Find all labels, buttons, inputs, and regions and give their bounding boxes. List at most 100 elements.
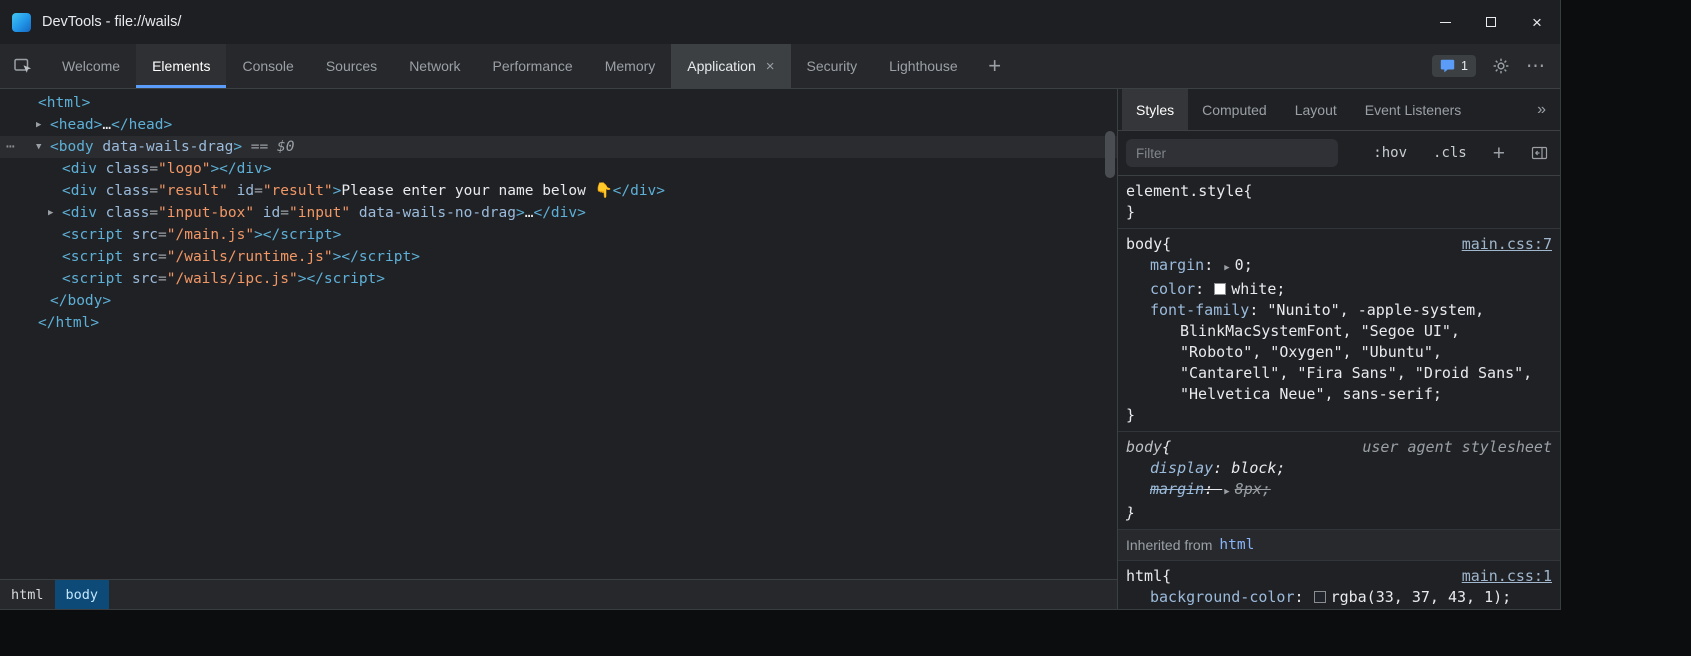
dom-tree: <html>▶<head>…</head>⋯▼<body data-wails-… (0, 89, 1117, 579)
chevron-double-right-icon: » (1537, 101, 1546, 119)
more-dots-icon: ⋯ (1526, 56, 1546, 77)
elements-panel: <html>▶<head>…</head>⋯▼<body data-wails-… (0, 89, 1118, 609)
dom-tree-line[interactable]: <script src="/wails/ipc.js"></script> (0, 268, 1117, 290)
inspect-element-button[interactable] (0, 44, 46, 88)
sidebar-tab-styles[interactable]: Styles (1122, 89, 1188, 130)
inherited-node-link[interactable]: html (1219, 535, 1254, 556)
maximize-button[interactable] (1468, 0, 1514, 44)
token-attr: class (97, 161, 149, 177)
css-property[interactable]: margin: ▶0; (1126, 255, 1552, 279)
open-brace: { (1162, 234, 1171, 255)
tab-label: Sources (326, 58, 377, 74)
more-sidebar-tabs-button[interactable]: » (1523, 89, 1560, 130)
token-tag: </html> (38, 315, 99, 331)
dom-tree-line[interactable]: <script src="/main.js"></script> (0, 224, 1117, 246)
token-tag: ></script> (298, 271, 385, 287)
tab-performance[interactable]: Performance (477, 44, 589, 88)
add-tab-button[interactable]: + (974, 44, 1016, 88)
dom-tree-line[interactable]: <html> (0, 92, 1117, 114)
dom-tree-line[interactable]: ▶<head>…</head> (0, 114, 1117, 136)
rule-selector[interactable]: html (1126, 566, 1162, 587)
issues-counter[interactable]: 1 (1432, 55, 1476, 77)
collapse-arrow-icon[interactable]: ▼ (36, 136, 41, 158)
toggle-element-state-button[interactable]: :hov (1373, 145, 1407, 161)
elements-scrollbar-thumb[interactable] (1105, 131, 1115, 178)
filter-actions: :hov .cls + (1373, 143, 1548, 164)
css-property[interactable]: display: block; (1126, 458, 1552, 479)
tab-console[interactable]: Console (226, 44, 309, 88)
rule-selector[interactable]: body (1126, 234, 1162, 255)
toggle-computed-sidebar-button[interactable] (1531, 145, 1548, 161)
property-name: color (1150, 280, 1195, 298)
minimize-button[interactable] (1422, 0, 1468, 44)
rule-selector[interactable]: body (1126, 437, 1162, 458)
tab-welcome[interactable]: Welcome (46, 44, 136, 88)
token-punct: = (158, 271, 167, 287)
stylesheet-link[interactable]: main.css:1 (1462, 566, 1552, 587)
crumb-body[interactable]: body (55, 580, 110, 609)
token-punct: = (149, 161, 158, 177)
color-swatch[interactable] (1314, 591, 1326, 603)
sidebar-tab-computed[interactable]: Computed (1188, 89, 1281, 130)
line-actions-icon[interactable]: ⋯ (6, 136, 15, 158)
stylesheet-link[interactable]: main.css:7 (1462, 234, 1552, 255)
property-name: font-family (1150, 301, 1249, 319)
close-icon: × (1532, 14, 1542, 31)
tab-memory[interactable]: Memory (589, 44, 672, 88)
token-val: "result" (158, 183, 228, 199)
dom-tree-line[interactable]: <script src="/wails/runtime.js"></script… (0, 246, 1117, 268)
dom-tree-line[interactable]: <div class="result" id="result">Please e… (0, 180, 1117, 202)
token-tag: <script (62, 249, 123, 265)
css-property[interactable]: background-color: rgba(33, 37, 43, 1); (1126, 587, 1552, 608)
sidebar-tab-layout[interactable]: Layout (1281, 89, 1351, 130)
token-attr: data-wails-drag (94, 139, 234, 155)
close-brace: } (1126, 608, 1552, 609)
tab-application[interactable]: Application× (671, 44, 790, 88)
crumb-html[interactable]: html (0, 580, 55, 609)
close-button[interactable]: × (1514, 0, 1560, 44)
token-tag: <div (62, 161, 97, 177)
token-tag: ></script> (254, 227, 341, 243)
sidebar-tab-event-listeners[interactable]: Event Listeners (1351, 89, 1476, 130)
css-property[interactable]: margin: ▶8px; (1126, 479, 1552, 503)
shorthand-expander-icon[interactable]: ▶ (1224, 482, 1229, 503)
dom-tree-line[interactable]: ▶<div class="input-box" id="input" data-… (0, 202, 1117, 224)
inherited-from-row: Inherited fromhtml (1118, 530, 1560, 561)
tab-elements[interactable]: Elements (136, 44, 226, 88)
dom-tree-line[interactable]: </html> (0, 312, 1117, 334)
panel-tabs: WelcomeElementsConsole Sources NetworkPerf… (46, 44, 974, 88)
rule-selector[interactable]: element.style (1126, 181, 1243, 202)
tab-network[interactable]: Network (393, 44, 476, 88)
close-tab-icon[interactable]: × (766, 59, 775, 74)
open-brace: { (1162, 566, 1171, 587)
maximize-icon (1486, 17, 1496, 27)
dom-tree-line[interactable]: ⋯▼<body data-wails-drag> == $0 (0, 136, 1117, 158)
styles-filter-input[interactable] (1126, 139, 1338, 167)
tab-security[interactable]: Security (791, 44, 874, 88)
tab-lighthouse[interactable]: Lighthouse (873, 44, 974, 88)
dom-tree-line[interactable]: <div class="logo"></div> (0, 158, 1117, 180)
styles-sections: element.style {}body {main.css:7margin: … (1118, 176, 1560, 609)
token-text: Please enter your name below 👇 (341, 183, 612, 199)
new-style-rule-button[interactable]: + (1493, 143, 1505, 164)
token-val: "/wails/runtime.js" (167, 249, 333, 265)
breadcrumb: htmlbody (0, 579, 1117, 609)
css-property[interactable]: color: white; (1126, 279, 1552, 300)
shorthand-expander-icon[interactable]: ▶ (1224, 258, 1229, 279)
token-meta: == $0 (242, 139, 294, 155)
dock-panel-icon (1531, 145, 1548, 161)
settings-button[interactable] (1492, 57, 1510, 75)
css-property[interactable]: font-family: "Nunito", -apple-system,Bli… (1126, 300, 1552, 405)
tab-label: Security (807, 58, 858, 74)
property-value: block; (1231, 459, 1285, 477)
color-swatch[interactable] (1214, 283, 1226, 295)
close-brace: } (1126, 405, 1552, 426)
element-classes-button[interactable]: .cls (1433, 145, 1467, 161)
expand-arrow-icon[interactable]: ▶ (48, 202, 53, 224)
more-options-button[interactable]: ⋯ (1526, 57, 1546, 76)
token-attr: class (97, 205, 149, 221)
dom-tree-line[interactable]: </body> (0, 290, 1117, 312)
expand-arrow-icon[interactable]: ▶ (36, 114, 41, 136)
rule-header: body {user agent stylesheet (1126, 437, 1552, 458)
tab-sources[interactable]: Sources (310, 44, 393, 88)
